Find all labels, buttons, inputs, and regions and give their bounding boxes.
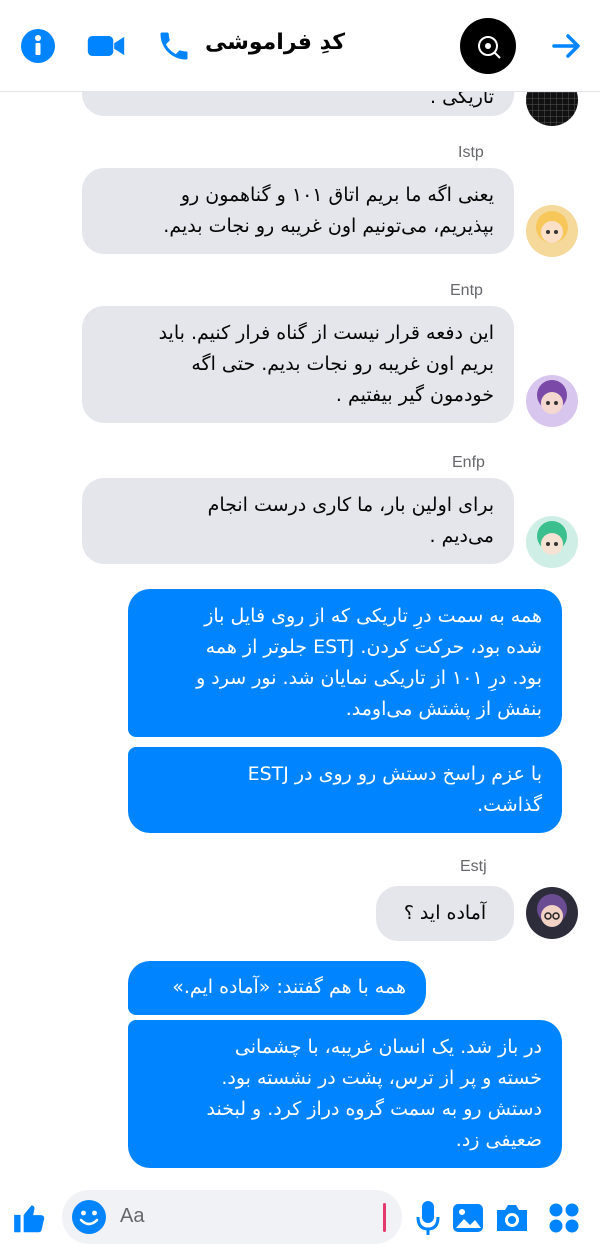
sender-avatar[interactable] bbox=[526, 92, 578, 126]
phone-icon[interactable] bbox=[154, 26, 194, 66]
gallery-icon[interactable] bbox=[450, 1198, 486, 1238]
composer-bar: Aa bbox=[0, 1180, 600, 1255]
message-line: شده بود، حرکت کردن. ESTJ جلوتر از همه bbox=[205, 636, 542, 658]
message-bubble[interactable]: برای اولین بار، ما کاری درست انجام می‌دی… bbox=[82, 478, 514, 564]
chat-title[interactable]: کدِ فراموشی bbox=[205, 30, 345, 55]
message-line: همه با هم گفتند: «آماده ایم.» bbox=[172, 976, 406, 998]
message-line: خودمون گیر بیفتیم . bbox=[335, 384, 494, 406]
like-icon[interactable] bbox=[8, 1196, 52, 1240]
message-line: این دفعه قرار نیست از گناه فرار کنیم. با… bbox=[158, 322, 494, 344]
message-input[interactable]: Aa bbox=[62, 1190, 402, 1244]
input-placeholder: Aa bbox=[120, 1205, 145, 1227]
sender-avatar[interactable] bbox=[526, 516, 578, 568]
message-bubble[interactable]: تاریکی . bbox=[82, 92, 514, 116]
camera-icon[interactable] bbox=[493, 1198, 531, 1238]
message-line: بریم اون غریبه رو نجات بدیم. حتی اگه bbox=[191, 353, 494, 375]
video-call-icon[interactable] bbox=[86, 26, 126, 66]
message-bubble-outgoing[interactable]: همه به سمت درِ تاریکی که از روی فایل باز… bbox=[128, 589, 562, 737]
message-line: می‌دیم . bbox=[429, 525, 495, 547]
message-bubble-outgoing[interactable]: با عزم راسخ دستش رو روی در ESTJ گذاشت. bbox=[128, 747, 562, 833]
sender-name: Istp bbox=[458, 144, 484, 161]
message-line: بود. درِ ۱۰۱ از تاریکی نمایان شد. نور سر… bbox=[196, 667, 542, 689]
message-bubble[interactable]: یعنی اگه ما بریم اتاق ۱۰۱ و گناهمون رو ب… bbox=[82, 168, 514, 254]
message-bubble-outgoing[interactable]: در باز شد. یک انسان غریبه، با چشمانی خست… bbox=[128, 1020, 562, 1168]
chat-header: کدِ فراموشی bbox=[0, 0, 600, 92]
sender-name: Enfp bbox=[452, 454, 485, 471]
message-bubble[interactable]: آماده اید ؟ bbox=[376, 886, 514, 941]
sender-name: Estj bbox=[460, 858, 487, 875]
message-line: برای اولین بار، ما کاری درست انجام bbox=[207, 494, 494, 516]
mic-icon[interactable] bbox=[410, 1196, 446, 1240]
message-bubble[interactable]: این دفعه قرار نیست از گناه فرار کنیم. با… bbox=[82, 306, 514, 423]
message-line: بپذیریم، می‌تونیم اون غریبه رو نجات بدیم… bbox=[163, 215, 494, 237]
info-icon[interactable] bbox=[18, 26, 58, 66]
message-list[interactable]: تاریکی . Istp یعنی اگه ما بریم اتاق ۱۰۱ … bbox=[0, 92, 600, 1180]
message-bubble-outgoing[interactable]: همه با هم گفتند: «آماده ایم.» bbox=[128, 961, 426, 1015]
group-avatar[interactable] bbox=[460, 18, 516, 74]
sender-name: Entp bbox=[450, 282, 483, 299]
message-line: در باز شد. یک انسان غریبه، با چشمانی bbox=[234, 1036, 542, 1058]
message-line: آماده اید ؟ bbox=[403, 902, 487, 924]
apps-icon[interactable] bbox=[544, 1198, 584, 1238]
message-line: ضعیفی زد. bbox=[455, 1129, 542, 1151]
message-line: بنفش از پشتش می‌اومد. bbox=[345, 698, 542, 720]
back-arrow-icon[interactable] bbox=[546, 26, 586, 66]
message-line: با عزم راسخ دستش رو روی در ESTJ bbox=[247, 763, 542, 785]
emoji-icon[interactable] bbox=[70, 1198, 108, 1236]
sender-avatar[interactable] bbox=[526, 375, 578, 427]
message-line: همه به سمت درِ تاریکی که از روی فایل باز bbox=[204, 605, 542, 627]
sender-avatar[interactable] bbox=[526, 205, 578, 257]
message-line: دستش رو به سمت گروه دراز کرد. و لبخند bbox=[206, 1098, 543, 1120]
message-text: تاریکی . bbox=[430, 92, 494, 108]
message-line: گذاشت. bbox=[477, 794, 542, 816]
message-line: خسته و پر از ترس، پشت در نشسته بود. bbox=[221, 1067, 542, 1089]
message-line: یعنی اگه ما بریم اتاق ۱۰۱ و گناهمون رو bbox=[180, 184, 494, 206]
sender-avatar[interactable] bbox=[526, 887, 578, 939]
text-cursor bbox=[383, 1203, 386, 1232]
